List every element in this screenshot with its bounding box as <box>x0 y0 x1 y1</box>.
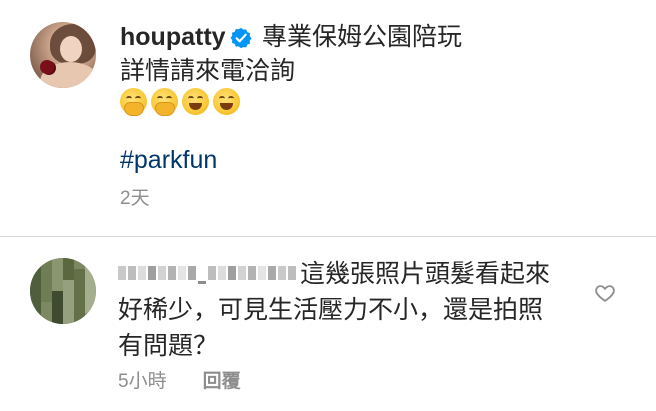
hand-over-mouth-emoji-icon <box>120 88 147 116</box>
owner-avatar[interactable] <box>30 22 96 88</box>
commenter-avatar[interactable] <box>30 258 96 324</box>
grinning-emoji-icon <box>213 88 240 115</box>
comment-text-line-2: 好稀少，可見生活壓力不小，還是拍照 <box>118 296 544 324</box>
divider <box>0 236 656 237</box>
comment-text-line-3: 有問題？ <box>118 332 219 360</box>
comment-timestamp[interactable]: 5小時 <box>118 370 167 394</box>
heart-icon[interactable] <box>594 282 616 304</box>
hashtag-link[interactable]: #parkfun <box>120 145 217 175</box>
comment-text: 這幾張照片頭髮看起來 好稀少，可見生活壓力不小，還是拍照 有問題？ <box>118 256 578 364</box>
reply-button[interactable]: 回覆 <box>203 370 241 394</box>
caption-text-line-1: 專業保姆公園陪玩 <box>262 23 463 51</box>
caption-text-line-2: 詳情請來電洽詢 <box>120 57 296 85</box>
grinning-emoji-icon <box>182 88 209 115</box>
owner-username[interactable]: houpatty <box>120 22 226 52</box>
caption-emoji-row <box>120 88 240 116</box>
verified-badge-icon <box>230 27 252 49</box>
comment-meta: 5小時 回覆 <box>118 370 241 394</box>
comment-thread: houpatty 專業保姆公園陪玩 詳情請來電洽詢 #parkfun 2天 這幾… <box>0 0 656 411</box>
hand-over-mouth-emoji-icon <box>151 88 178 116</box>
comment-text-line-1: 這幾張照片頭髮看起來 <box>300 260 551 288</box>
post-timestamp[interactable]: 2天 <box>120 187 150 211</box>
